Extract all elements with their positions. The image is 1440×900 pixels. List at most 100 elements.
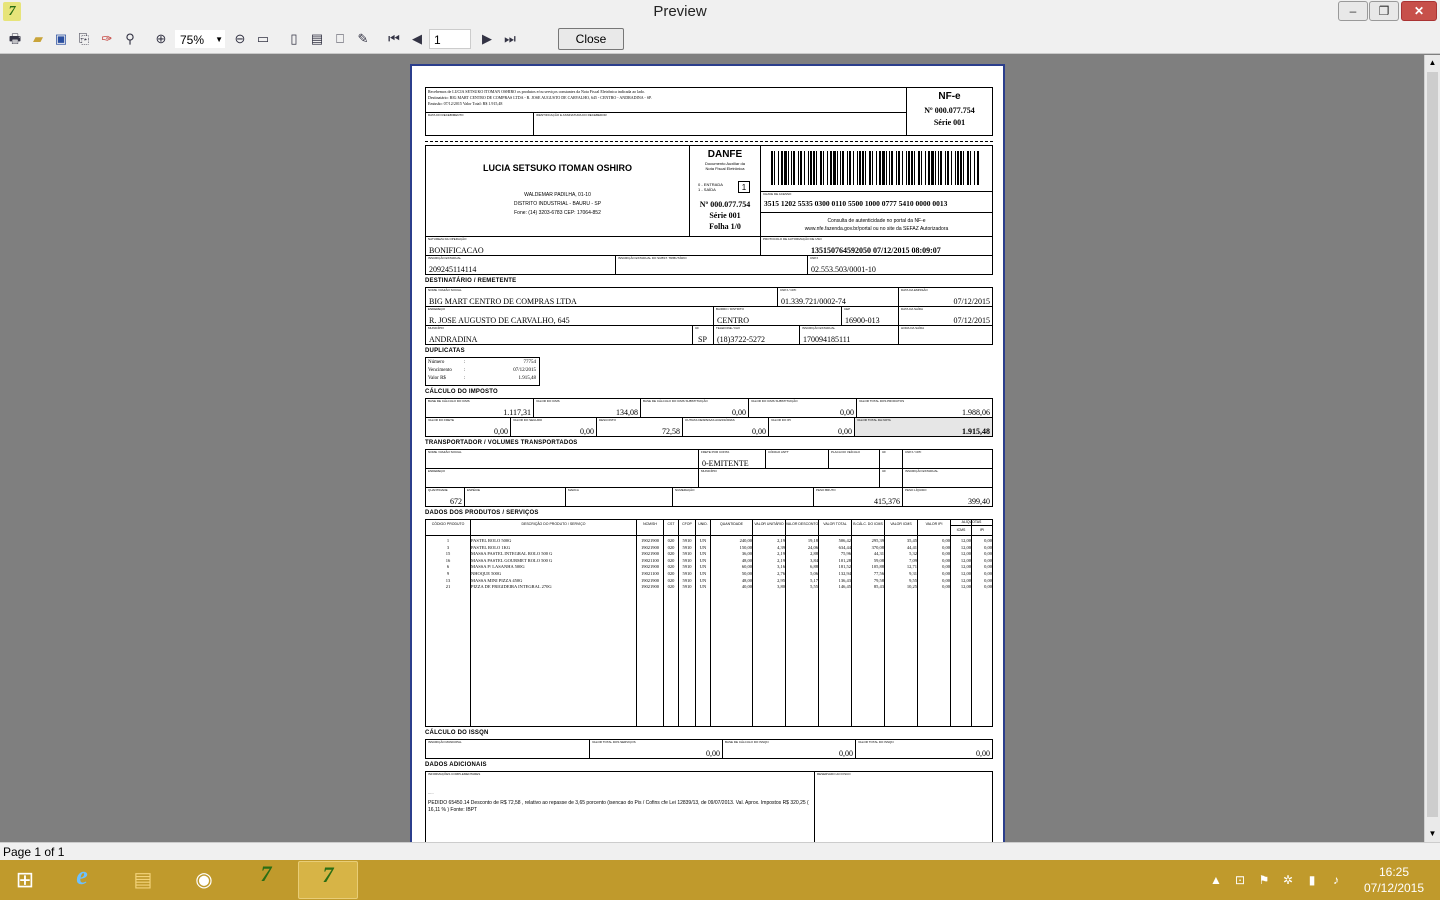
table-cell: 0,00 [942,564,950,570]
page-number-input[interactable]: 1 [429,29,471,49]
dup-valor-value: 1.915,48 [518,376,537,381]
preview-area[interactable]: Recebemos de LUCIA SETSUKO ITOMAN OSHIRO… [0,55,1424,842]
network-settings-icon[interactable]: ✲ [1280,872,1296,888]
minimize-button[interactable]: – [1338,1,1368,21]
table-cell: 24,06 [807,544,818,550]
save-icon[interactable]: ▣ [52,30,70,48]
table-cell: MASSA P/ LASANHA 500G [471,564,525,570]
barcode-bar [906,151,907,185]
signal-icon[interactable]: ▮ [1304,872,1320,888]
table-cell: 3 [446,544,450,550]
file-explorer-icon[interactable]: ▤ [113,861,173,899]
table-cell: 020 [667,577,675,583]
receipt-sign-label: IDENTIFICAÇÃO E ASSINATURA DO RECEBEDOR [536,113,607,117]
transp-end-box: ENDEREÇO [425,468,699,488]
previous-page-icon[interactable]: ◀ [408,30,426,48]
vertical-scrollbar[interactable]: ▲ ▼ [1424,55,1440,842]
zoom-out-icon[interactable]: ⊖ [231,30,249,48]
scroll-down-icon[interactable]: ▼ [1425,826,1440,842]
close-button[interactable]: Close [558,28,624,50]
edit-icon[interactable]: ✎ [354,30,372,48]
table-cell: UN [699,571,707,576]
table-cell: 19021900 [641,564,659,570]
issqn-label: BASE DE CÁLCULO DO ISSQN [725,740,769,744]
zoom-in-icon[interactable]: ⊕ [152,30,170,48]
barcode-bar [813,151,815,185]
internet-explorer-icon[interactable]: e [52,861,112,899]
scroll-up-icon[interactable]: ▲ [1425,55,1440,71]
imposto-cell: OUTRAS DESPESAS ACESSÓRIAS 0,00 [682,417,769,437]
barcode-bar [798,151,799,185]
table-cell: 12,00 [960,571,971,576]
next-page-icon[interactable]: ▶ [478,30,496,48]
print-icon[interactable]: 🖶 [6,30,24,48]
dest-saida-label: DATA DA SAÍDA [901,307,924,311]
table-cell: 0,00 [942,577,950,583]
receipt-line-2: Destinatário: BIG MART CENTRO DE COMPRAS… [428,95,652,100]
taskbar: ⊞ e ▤ ◉ 7 7 ▲ ⊡ ⚑ ✲ ▮ ♪ 16:25 07/12/2015 [0,860,1440,900]
barcode [771,151,981,185]
first-page-icon[interactable]: ⏮ [385,30,403,48]
transp-pl-label: PESO LÍQUIDO [905,488,927,492]
table-cell: 9,31 [909,571,917,576]
table-cell: 0,00 [942,538,950,543]
scroll-thumb[interactable] [1427,72,1438,817]
table-cell: 020 [667,557,675,563]
table-cell: 0,00 [942,551,950,557]
barcode-bar [882,151,885,185]
issqn-label: VALOR TOTAL DO ISSQN [858,740,894,744]
dup-num-value: 77754 [523,360,537,365]
tray-chevron-up-icon[interactable]: ▲ [1208,872,1224,888]
app-icon[interactable]: 7 [236,861,296,899]
dest-bairro-box: BAIRRO / DISTRITO CENTRO [713,306,842,326]
export-icon[interactable]: ⎘ [75,30,93,48]
single-page-icon[interactable]: ▯ [285,30,303,48]
clock-time[interactable]: 16:25 [1366,865,1422,879]
zoom-select[interactable]: 75% ▼ [174,29,226,49]
dest-end-box: ENDEREÇO R. JOSE AUGUSTO DE CARVALHO, 64… [425,306,714,326]
transp-qtd-label: QUANTIDADE [428,488,448,492]
table-cell: 2,19 [777,538,785,543]
table-cell: 44,41 [906,544,917,550]
chrome-icon[interactable]: ◉ [174,861,234,899]
imposto-section-title: CÁLCULO DO IMPOSTO [425,389,498,395]
access-key-box: CHAVE DE ACESSO 3515 1202 5535 0300 0110… [760,191,993,213]
flag-icon[interactable]: ⚑ [1256,872,1272,888]
book-icon[interactable]: ⎕ [331,30,349,48]
open-folder-icon[interactable]: ▰ [29,30,47,48]
ie-st-label: INSCRIÇÃO ESTADUAL DO SUBST. TRIBUTÁRIO [618,256,687,260]
maximize-button[interactable]: ❐ [1369,1,1399,21]
barcode-bar [833,151,836,185]
dup-section-title: DUPLICATAS [425,348,465,354]
table-cell: 21 [445,584,451,590]
emitter-name: LUCIA SETSUKO ITOMAN OSHIRO [482,163,632,173]
table-header-cell: UNID. [698,522,708,526]
protocolo-box: PROTOCOLO DE AUTORIZAÇÃO DE USO 13515076… [760,236,993,256]
volume-icon[interactable]: ♪ [1328,872,1344,888]
page-width-icon[interactable]: ▭ [254,30,272,48]
table-cell: 19021900 [641,551,659,557]
clock-date[interactable]: 07/12/2015 [1358,881,1430,895]
imposto-label: DESCONTO [599,418,616,422]
last-page-icon[interactable]: ⏭ [501,30,519,48]
pdf-icon[interactable]: ✑ [98,30,116,48]
chevron-down-icon: ▼ [215,35,223,44]
multi-page-icon[interactable]: ▤ [308,30,326,48]
barcode-bar [918,151,920,185]
table-cell: 12,00 [960,584,971,590]
table-cell: 020 [667,544,675,550]
barcode-bar [859,151,861,185]
status-bar: Page 1 of 1 [0,842,1440,860]
start-button-icon[interactable]: ⊞ [2,861,48,899]
window-close-button[interactable]: ✕ [1401,1,1437,21]
table-cell: 136,43 [838,577,851,583]
find-icon[interactable]: ⚲ [121,30,139,48]
table-cell: 5910 [682,538,692,543]
barcode-box [760,145,993,192]
tray-window-icon[interactable]: ⊡ [1232,872,1248,888]
danfe-box: DANFE Documento Auxiliar da Nota Fiscal … [689,145,761,237]
app-active-icon[interactable]: 7 [298,861,358,899]
consult-box: Consulta de autenticidade no portal da N… [760,212,993,237]
danfe-page: Recebemos de LUCIA SETSUKO ITOMAN OSHIRO… [410,64,1005,842]
table-cell: 10,25 [906,584,917,590]
